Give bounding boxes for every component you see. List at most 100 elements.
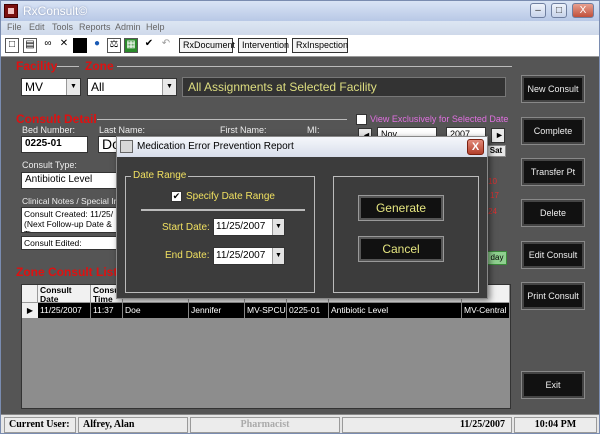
cell-first-name: Jennifer — [189, 303, 245, 318]
zone-label: Zone — [85, 59, 114, 73]
globe-icon[interactable]: ● — [90, 38, 104, 53]
date-status: 11/25/2007 — [342, 417, 512, 433]
status-bar: Current User: Alfrey, Alan Pharmacist 11… — [1, 414, 599, 433]
zone-value: All — [91, 80, 105, 94]
edit-consult-button[interactable]: Edit Consult — [521, 241, 585, 269]
dialog-title: Medication Error Prevention Report — [137, 141, 294, 152]
menu-edit[interactable]: Edit — [29, 22, 45, 32]
view-exclusive-label: View Exclusively for Selected Date — [370, 114, 509, 124]
menu-reports[interactable]: Reports — [79, 22, 111, 32]
calendar-next-button[interactable]: ► — [491, 128, 505, 143]
start-date-value: 11/25/2007 — [216, 221, 266, 232]
bed-number-label: Bed Number: — [22, 125, 76, 135]
title-bar: RxConsult© – □ X — [1, 1, 599, 21]
edited-line: Consult Edited: 11/25/20 — [24, 238, 82, 249]
minimize-button[interactable]: – — [530, 3, 546, 18]
chevron-down-icon[interactable]: ▼ — [272, 219, 284, 235]
notes-line: Consult Created: 11/25/ — [24, 209, 114, 219]
facility-label: Facility — [16, 59, 58, 73]
menu-tools[interactable]: Tools — [52, 22, 73, 32]
date-range-label: Date Range — [131, 170, 189, 181]
zone-divider — [117, 66, 512, 67]
rxinspection-button[interactable]: RxInspection — [292, 38, 348, 53]
calendar-day[interactable]: 10 — [488, 177, 497, 186]
consult-detail-label: Consult Detail — [16, 112, 97, 126]
chevron-down-icon[interactable]: ▼ — [66, 79, 80, 95]
exit-button[interactable]: Exit — [521, 371, 585, 399]
calendar-day[interactable]: 24 — [488, 207, 497, 216]
first-name-label: First Name: — [220, 125, 267, 135]
cell-bed: 0225-01 — [287, 303, 329, 318]
role-status: Pharmacist — [190, 417, 340, 433]
clinical-notes-label: Clinical Notes / Special Ins — [22, 196, 123, 206]
new-icon[interactable]: □ — [5, 38, 19, 53]
rxdocument-button[interactable]: RxDocument — [179, 38, 235, 53]
intervention-button[interactable]: Intervention — [238, 38, 289, 53]
cell-zone: MV-Central — [462, 303, 510, 318]
binoculars-icon[interactable]: ∞ — [41, 38, 55, 53]
grid-header-date[interactable]: Consult Date — [38, 285, 91, 303]
cancel-button[interactable]: Cancel — [358, 236, 444, 262]
zone-select[interactable]: All ▼ — [87, 78, 177, 96]
maximize-button[interactable]: □ — [551, 3, 567, 18]
mi-label: MI: — [307, 125, 320, 135]
cell-unit: MV-SPCU — [245, 303, 287, 318]
dialog-close-button[interactable]: X — [467, 139, 484, 155]
cell-date: 11/25/2007 — [38, 303, 91, 318]
close-button[interactable]: X — [572, 3, 594, 18]
menu-bar: File Edit Tools Reports Admin Help — [1, 21, 599, 35]
end-date-picker[interactable]: 11/25/2007 ▼ — [213, 247, 285, 265]
app-window: RxConsult© – □ X File Edit Tools Reports… — [0, 0, 600, 434]
undo-icon[interactable]: ↶ — [159, 38, 173, 53]
window-title: RxConsult© — [23, 4, 88, 18]
current-user-value: Alfrey, Alan — [78, 417, 188, 433]
check-icon[interactable]: ✔ — [142, 38, 156, 53]
calendar-today-button[interactable]: day — [487, 251, 507, 265]
print-consult-button[interactable]: Print Consult — [521, 282, 585, 310]
facility-select[interactable]: MV ▼ — [21, 78, 81, 96]
new-consult-button[interactable]: New Consult — [521, 75, 585, 103]
menu-admin[interactable]: Admin — [115, 22, 141, 32]
end-date-label: End Date: — [165, 250, 210, 261]
cell-time: 11:37 — [91, 303, 123, 318]
cell-consult-type: Antibiotic Level — [329, 303, 462, 318]
scales-icon[interactable]: ⚖ — [107, 38, 121, 53]
consult-type-field[interactable]: Antibiotic Level — [21, 172, 117, 189]
consult-grid: Consult Date Consult Time ▶ 11/25/2007 1… — [21, 284, 511, 409]
time-status: 10:04 PM — [514, 417, 597, 433]
bed-number-field[interactable]: 0225-01 — [21, 136, 88, 153]
app-icon — [4, 4, 18, 18]
generate-button[interactable]: Generate — [358, 195, 444, 221]
facility-divider — [57, 66, 79, 67]
report-icon — [120, 140, 133, 153]
zone-consult-list-label: Zone Consult List - — [16, 265, 125, 279]
specify-date-range-checkbox[interactable]: ✔ — [171, 191, 182, 202]
delete-icon[interactable]: ✕ — [57, 38, 71, 53]
stop-icon[interactable] — [73, 38, 87, 53]
current-user-label: Current User: — [4, 417, 76, 433]
facility-value: MV — [25, 80, 43, 94]
calendar-sat-header: Sat — [486, 145, 506, 157]
transfer-pt-button[interactable]: Transfer Pt — [521, 158, 585, 186]
start-date-picker[interactable]: 11/25/2007 ▼ — [213, 218, 285, 236]
toolbar: □ ▤ ∞ ✕ ● ⚖ ▦ ✔ ↶ RxDocument Interventio… — [1, 35, 599, 57]
chevron-down-icon[interactable]: ▼ — [162, 79, 176, 95]
row-selector-icon[interactable]: ▶ — [22, 303, 38, 318]
menu-help[interactable]: Help — [146, 22, 165, 32]
divider — [141, 209, 305, 211]
chevron-down-icon[interactable]: ▼ — [272, 248, 284, 264]
end-date-value: 11/25/2007 — [216, 250, 266, 261]
view-exclusive-checkbox[interactable] — [356, 114, 367, 125]
start-date-label: Start Date: — [162, 222, 210, 233]
consult-edited-field: Consult Edited: 11/25/20 — [21, 236, 117, 250]
print-icon[interactable]: ▤ — [23, 38, 37, 53]
notes-line: (Next Follow-up Date & Tin — [24, 219, 112, 232]
calendar-day[interactable]: 17 — [490, 191, 499, 200]
specify-date-range-label: Specify Date Range — [186, 191, 275, 202]
report-dialog: Medication Error Prevention Report X Dat… — [116, 136, 488, 299]
menu-file[interactable]: File — [7, 22, 22, 32]
calendar-icon[interactable]: ▦ — [124, 38, 138, 53]
complete-button[interactable]: Complete — [521, 117, 585, 145]
delete-button[interactable]: Delete — [521, 199, 585, 227]
clinical-notes-field[interactable]: Consult Created: 11/25/ (Next Follow-up … — [21, 207, 117, 233]
